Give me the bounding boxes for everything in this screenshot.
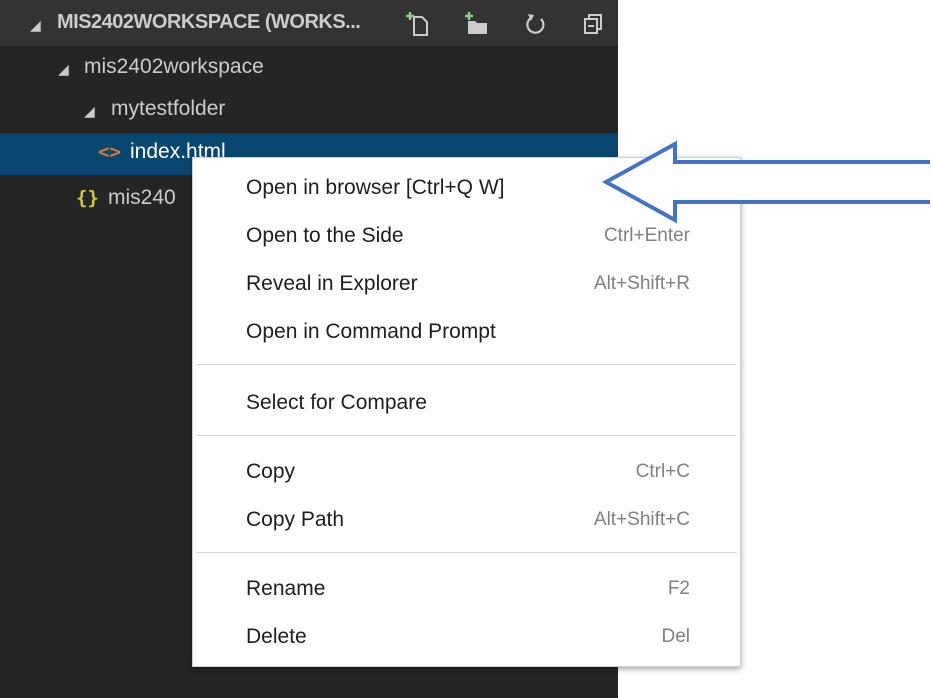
json-file-icon: {}	[76, 187, 99, 209]
menu-item-label: Select for Compare	[246, 391, 427, 414]
menu-item-label: Reveal in Explorer	[246, 272, 418, 295]
tree-item-workspace-folder[interactable]: ◢ mis2402workspace	[0, 48, 618, 90]
menu-separator	[196, 364, 737, 365]
tree-item-label: mytestfolder	[111, 97, 226, 120]
menu-item-rename[interactable]: Rename F2	[193, 567, 740, 613]
menu-item-open-in-command-prompt[interactable]: Open in Command Prompt	[193, 310, 740, 356]
new-file-icon[interactable]	[403, 9, 433, 37]
refresh-icon[interactable]	[521, 9, 551, 37]
collapse-twisty-icon[interactable]: ◢	[30, 17, 41, 34]
menu-separator	[196, 435, 737, 436]
menu-item-shortcut: Ctrl+C	[635, 461, 690, 482]
menu-item-label: Copy	[246, 460, 296, 483]
context-menu: Open in browser [Ctrl+Q W] Open to the S…	[192, 157, 741, 667]
collapse-all-icon[interactable]	[579, 9, 609, 37]
menu-item-label: Open to the Side	[246, 224, 404, 247]
html-file-icon: <>	[98, 141, 121, 163]
menu-item-label: Open in browser [Ctrl+Q W]	[246, 176, 505, 199]
menu-item-shortcut: Del	[661, 626, 690, 647]
tree-item-mytestfolder[interactable]: ◢ mytestfolder	[0, 90, 618, 132]
tree-item-label: mis2402workspace	[84, 55, 264, 78]
menu-item-label: Rename	[246, 577, 326, 600]
workspace-title: MIS2402WORKSPACE (WORKS...	[57, 11, 361, 33]
menu-item-delete[interactable]: Delete Del	[193, 615, 740, 661]
menu-item-copy-path[interactable]: Copy Path Alt+Shift+C	[193, 498, 740, 544]
menu-item-reveal-in-explorer[interactable]: Reveal in Explorer Alt+Shift+R	[193, 262, 740, 308]
menu-item-shortcut: F2	[667, 578, 690, 599]
menu-item-label: Copy Path	[246, 508, 345, 531]
menu-item-copy[interactable]: Copy Ctrl+C	[193, 450, 740, 496]
menu-item-label: Open in Command Prompt	[246, 320, 496, 343]
expanded-twisty-icon[interactable]: ◢	[84, 103, 95, 120]
workspace-header[interactable]: ◢ MIS2402WORKSPACE (WORKS...	[0, 0, 618, 46]
tree-item-label: mis240	[108, 186, 176, 209]
expanded-twisty-icon[interactable]: ◢	[58, 61, 69, 78]
annotation-arrow-icon	[601, 140, 930, 224]
menu-item-select-for-compare[interactable]: Select for Compare	[193, 381, 740, 427]
menu-separator	[196, 552, 737, 553]
menu-item-shortcut: Alt+Shift+R	[593, 273, 690, 294]
new-folder-icon[interactable]	[462, 9, 492, 37]
menu-item-label: Delete	[246, 625, 307, 648]
menu-item-shortcut: Alt+Shift+C	[593, 509, 690, 530]
